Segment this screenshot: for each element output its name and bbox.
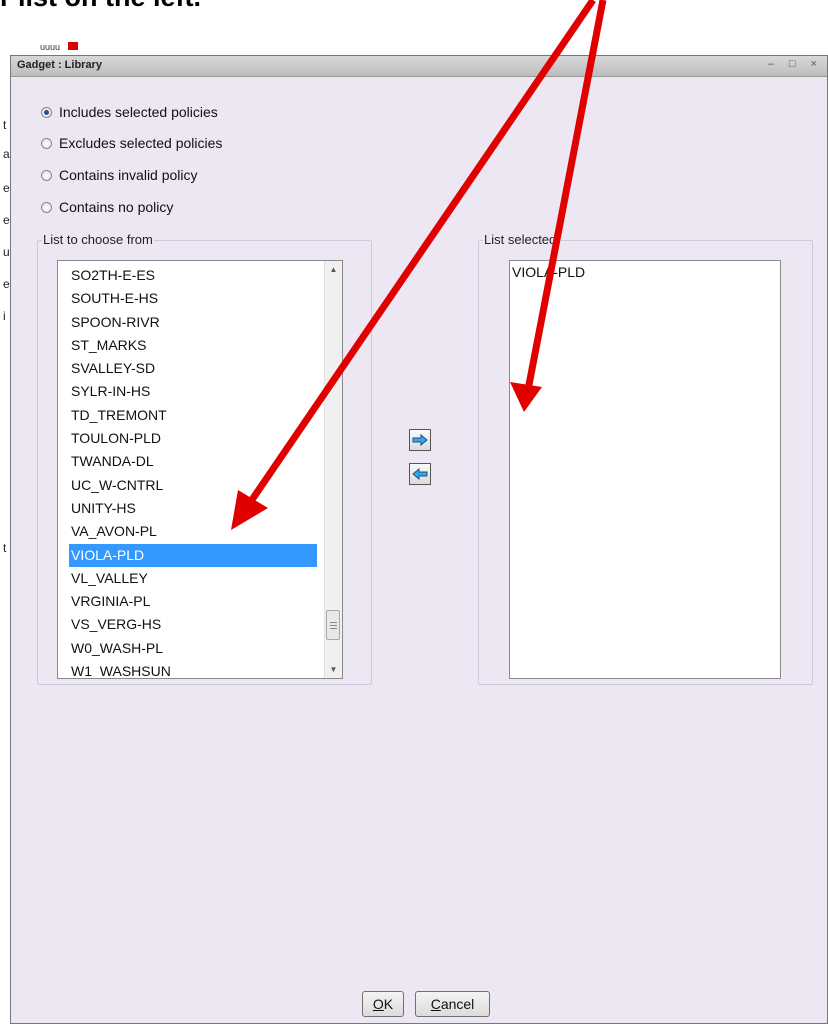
list-item[interactable]: VRGINIA-PL [69,590,317,613]
radio-contains-no-policy[interactable]: Contains no policy [41,198,173,216]
list-item[interactable]: TOULON-PLD [69,427,317,450]
list-item[interactable]: SPOON-RIVR [69,311,317,334]
radio-excludes-selected[interactable]: Excludes selected policies [41,134,222,152]
list-item[interactable]: VIOLA-PLD [510,261,780,284]
list-item[interactable]: VL_VALLEY [69,567,317,590]
list-item[interactable]: W0_WASH-PL [69,637,317,660]
list-item[interactable]: SOUTH-E-HS [69,287,317,310]
radio-unchecked-icon[interactable] [41,201,52,213]
scroll-thumb[interactable] [326,610,340,640]
list-item[interactable]: TD_TREMONT [69,404,317,427]
list-item[interactable]: TWANDA-DL [69,450,317,473]
title-bar[interactable]: Gadget : Library – □ × [11,56,827,77]
choose-list-title: List to choose from [42,232,154,247]
add-to-selected-button[interactable] [409,429,431,451]
background-tab: uuuu [40,42,92,56]
choose-list-scrollbar[interactable]: ▲ ▼ [324,261,342,678]
selected-listbox[interactable]: VIOLA-PLD [509,260,781,679]
list-item[interactable]: ST_MARKS [69,334,317,357]
gadget-library-dialog: Gadget : Library – □ × Includes selected… [10,55,828,1024]
radio-checked-icon[interactable] [41,106,52,118]
window-controls[interactable]: – □ × [768,58,823,70]
left-arrow-icon [412,468,428,480]
radio-contains-invalid[interactable]: Contains invalid policy [41,166,198,184]
scroll-down-icon[interactable]: ▼ [325,661,342,678]
window-title: Gadget : Library [17,59,102,71]
list-item-selected[interactable]: VIOLA-PLD [69,543,317,567]
scroll-up-icon[interactable]: ▲ [325,261,342,278]
list-item[interactable]: SYLR-IN-HS [69,380,317,403]
list-item[interactable]: SO2TH-E-ES [69,264,317,287]
cancel-button[interactable]: Cancel [415,991,490,1017]
selected-list-title: List selected [483,232,558,247]
list-item[interactable]: UC_W-CNTRL [69,474,317,497]
choose-listbox[interactable]: SO2TH-E-ES SOUTH-E-HS SPOON-RIVR ST_MARKS SV… [57,260,343,679]
right-arrow-icon [412,434,428,446]
instruction-caption: r list on the left. [0,0,201,13]
list-item[interactable]: VA_AVON-PL [69,520,317,543]
ok-button[interactable]: OK [362,991,404,1017]
list-item[interactable]: VS_VERG-HS [69,613,317,636]
radio-unchecked-icon[interactable] [41,137,52,149]
list-item[interactable]: W1_WASHSUN [69,660,317,678]
background-red-icon [68,42,78,50]
list-item[interactable]: UNITY-HS [69,497,317,520]
remove-from-selected-button[interactable] [409,463,431,485]
radio-unchecked-icon[interactable] [41,169,52,181]
list-item[interactable]: SVALLEY-SD [69,357,317,380]
radio-includes-selected[interactable]: Includes selected policies [41,103,218,121]
